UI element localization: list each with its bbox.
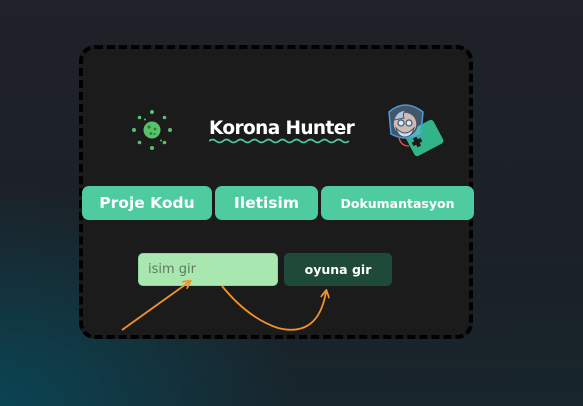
- arrow-to-input: [121, 282, 189, 331]
- hint-arrows: [121, 0, 583, 331]
- arrow-to-play-button: [221, 285, 326, 331]
